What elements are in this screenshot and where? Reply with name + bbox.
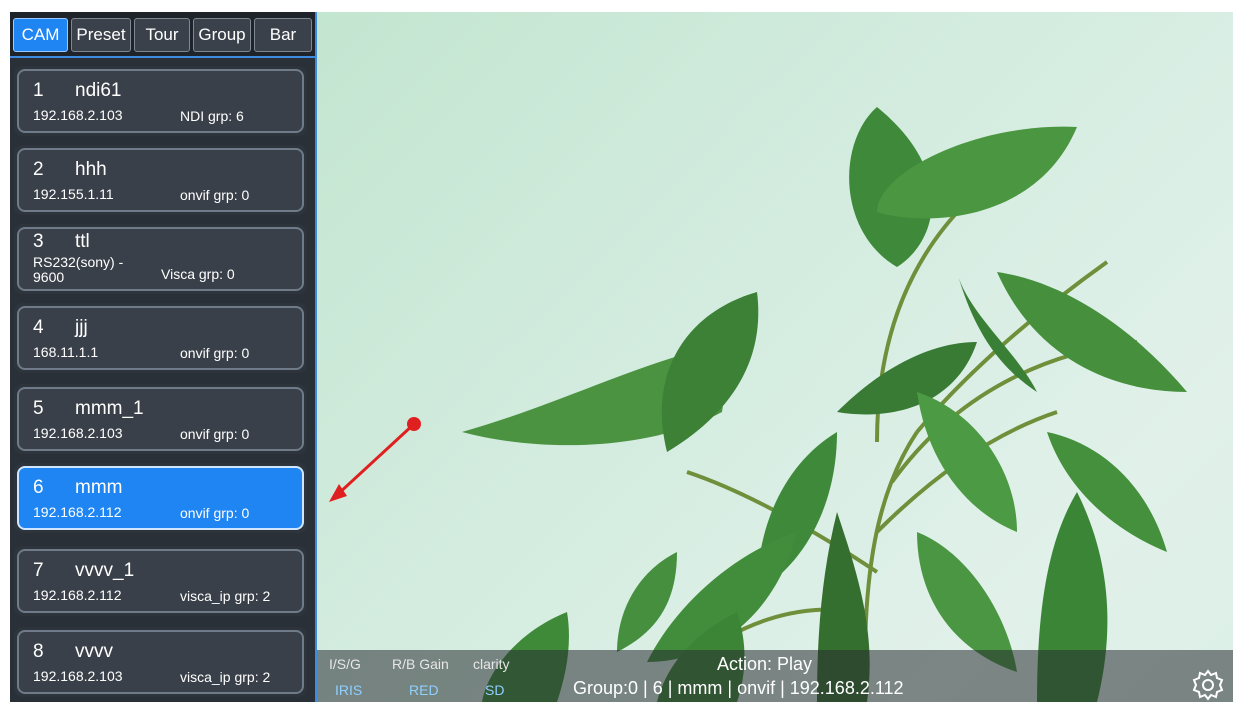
camera-status-line: Group:0 | 6 | mmm | onvif | 192.168.2.11…	[573, 678, 904, 698]
camera-protocol: onvif grp: 0	[180, 345, 250, 361]
camera-address: 168.11.1.1	[33, 344, 99, 360]
camera-protocol: visca_ip grp: 2	[180, 588, 271, 604]
camera-name: jjj	[75, 317, 88, 338]
camera-address: 192.168.2.112	[33, 504, 122, 520]
camera-name: ttl	[75, 231, 90, 252]
camera-name: vvvv	[75, 641, 113, 662]
tab-cam[interactable]: CAM	[13, 18, 68, 52]
camera-item-1[interactable]: 1 ndi61 192.168.2.103 NDI grp: 6	[14, 66, 307, 136]
plant-image	[329, 107, 1187, 702]
camera-name: hhh	[75, 159, 107, 180]
action-status: Action: Play	[717, 654, 813, 674]
camera-number: 8	[33, 641, 44, 662]
tab-group[interactable]: Group	[193, 18, 251, 52]
camera-item-4[interactable]: 4 jjj 168.11.1.1 onvif grp: 0	[14, 303, 307, 373]
camera-number: 1	[33, 80, 44, 101]
camera-name: vvvv_1	[75, 560, 135, 581]
camera-sidebar: CAM Preset Tour Group Bar 1 ndi61 192.16…	[10, 12, 317, 702]
camera-protocol: Visca grp: 0	[161, 266, 235, 282]
camera-protocol: visca_ip grp: 2	[180, 669, 271, 685]
tab-preset[interactable]: Preset	[71, 18, 131, 52]
camera-protocol: onvif grp: 0	[180, 505, 250, 521]
camera-number: 7	[33, 560, 44, 581]
camera-item-7[interactable]: 7 vvvv_1 192.168.2.112 visca_ip grp: 2	[14, 546, 307, 616]
tab-tour[interactable]: Tour	[134, 18, 190, 52]
camera-address: 192.168.2.103	[33, 107, 123, 123]
camera-number: 4	[33, 317, 44, 338]
camera-protocol: NDI grp: 6	[180, 108, 244, 124]
camera-protocol: onvif grp: 0	[180, 187, 250, 203]
tab-bar[interactable]: Bar	[254, 18, 312, 52]
camera-number: 3	[33, 231, 44, 252]
clarity-label[interactable]: clarity	[473, 656, 510, 672]
iris-value[interactable]: IRIS	[335, 682, 362, 698]
camera-number: 6	[33, 477, 44, 498]
tab-bar: CAM Preset Tour Group Bar	[10, 12, 315, 58]
camera-number: 5	[33, 398, 44, 419]
camera-number: 2	[33, 159, 44, 180]
camera-address: 192.168.2.112	[33, 587, 122, 603]
camera-item-2[interactable]: 2 hhh 192.155.1.11 onvif grp: 0	[14, 145, 307, 215]
camera-item-8[interactable]: 8 vvvv 192.168.2.103 visca_ip grp: 2	[14, 627, 307, 697]
camera-item-6-selected[interactable]: 6 mmm 192.168.2.112 onvif grp: 0	[14, 463, 307, 533]
gain-value[interactable]: RED	[409, 682, 439, 698]
iris-label[interactable]: I/S/G	[329, 656, 361, 672]
camera-address: 192.168.2.103	[33, 425, 123, 441]
clarity-value[interactable]: SD	[485, 682, 504, 698]
gain-label[interactable]: R/B Gain	[392, 656, 449, 672]
camera-name: mmm	[75, 477, 123, 498]
camera-item-5[interactable]: 5 mmm_1 192.168.2.103 onvif grp: 0	[14, 384, 307, 454]
status-bar: I/S/G R/B Gain clarity IRIS RED SD Actio…	[317, 650, 1233, 702]
video-preview[interactable]: I/S/G R/B Gain clarity IRIS RED SD Actio…	[317, 12, 1233, 702]
camera-address: RS232(sony) - 9600	[33, 254, 124, 285]
camera-address: 192.155.1.11	[33, 186, 114, 202]
gear-icon[interactable]	[1191, 668, 1225, 702]
camera-address: 192.168.2.103	[33, 668, 123, 684]
camera-item-3[interactable]: 3 ttl RS232(sony) - 9600 Visca grp: 0	[14, 224, 307, 294]
camera-protocol: onvif grp: 0	[180, 426, 250, 442]
camera-name: ndi61	[75, 80, 122, 101]
camera-name: mmm_1	[75, 398, 144, 419]
